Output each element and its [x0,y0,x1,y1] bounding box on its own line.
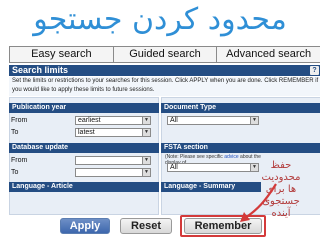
document-type-select[interactable]: All ▼ [167,116,259,125]
language-article-header: Language - Article [9,182,159,192]
db-update-to-select[interactable]: ▼ [75,168,151,177]
document-type-header: Document Type [161,103,320,113]
apply-button[interactable]: Apply [60,218,110,234]
database-update-header: Database update [9,143,159,153]
search-limits-title: Search limits [12,65,69,75]
db-update-from-label: From [11,157,28,164]
chevron-down-icon: ▼ [142,129,150,136]
chevron-down-icon: ▼ [250,164,258,171]
search-tabs: Easy search Guided search Advanced searc… [9,46,320,63]
pub-year-to-value: latest [78,129,95,136]
pub-year-from-label: From [11,117,28,124]
tab-advanced-search[interactable]: Advanced search [216,46,320,63]
fsta-section-select[interactable]: All ▼ [167,163,259,172]
arrow-icon [240,183,277,222]
chevron-down-icon: ▼ [142,117,150,124]
db-update-from-select[interactable]: ▼ [75,156,151,165]
search-limits-intro: Set the limits or restrictions to your s… [9,77,320,96]
pub-year-from-select[interactable]: earliest ▼ [75,116,151,125]
tab-easy-search[interactable]: Easy search [9,46,113,63]
tab-guided-search[interactable]: Guided search [112,46,217,63]
db-update-to-label: To [11,169,19,176]
chevron-down-icon: ▼ [250,117,258,124]
page-title: محدود کردن جستجو [33,2,287,37]
fsta-section-value: All [170,164,178,171]
pub-year-to-select[interactable]: latest ▼ [75,128,151,137]
document-type-value: All [170,117,178,124]
chevron-down-icon: ▼ [142,169,150,176]
pub-year-from-value: earliest [78,117,101,124]
fsta-section-header: FSTA section [161,143,320,153]
publication-year-header: Publication year [9,103,159,113]
fsta-advice-link[interactable]: advice [224,154,238,160]
reset-button[interactable]: Reset [120,218,172,234]
pub-year-to-label: To [11,129,19,136]
chevron-down-icon: ▼ [142,157,150,164]
help-icon[interactable]: ? [310,66,319,75]
search-limits-header: Search limits ? [9,65,320,76]
